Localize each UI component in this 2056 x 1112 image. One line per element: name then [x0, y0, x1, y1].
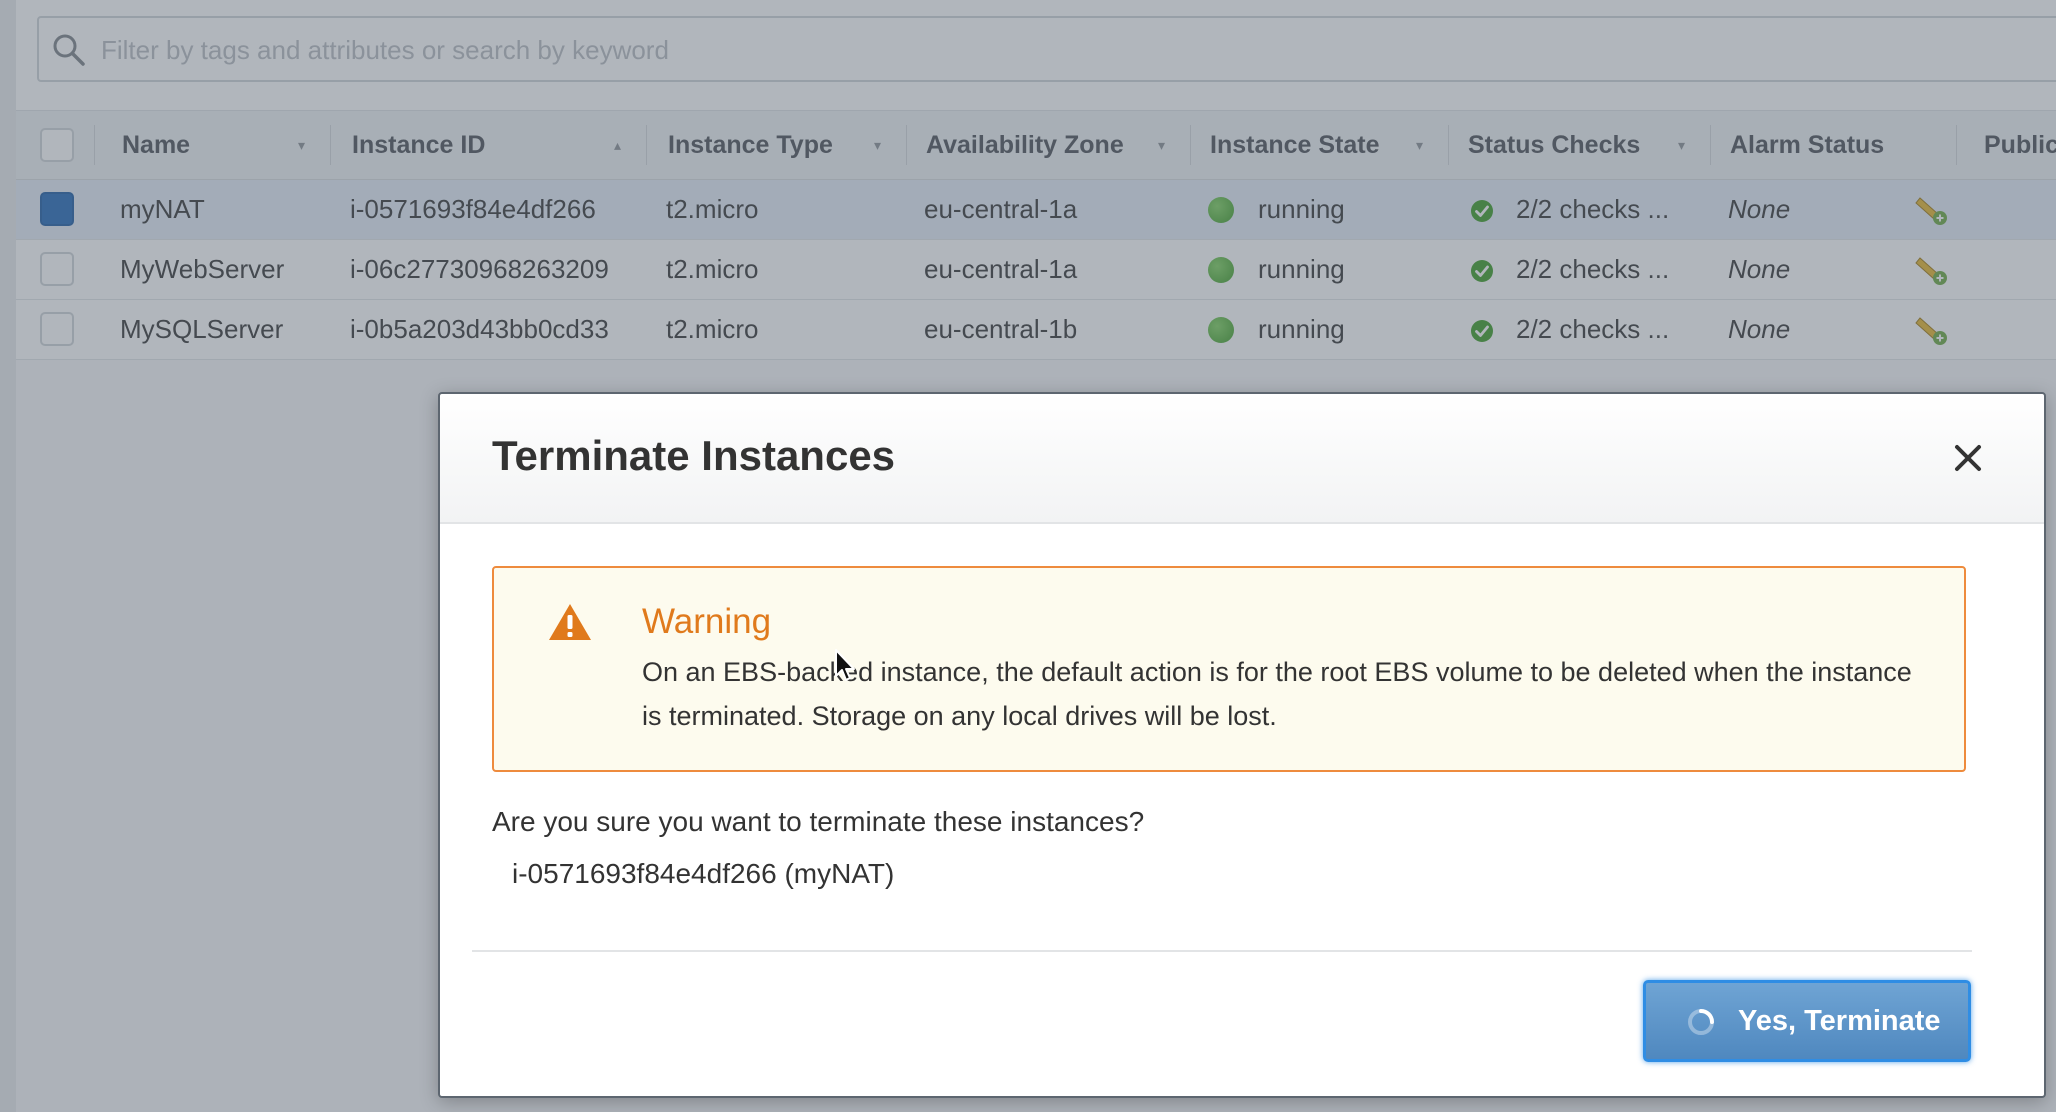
warning-title: Warning: [642, 602, 772, 641]
mouse-pointer-icon: [835, 649, 855, 681]
instance-list-item: i-0571693f84e4df266 (myNAT): [512, 858, 895, 889]
dialog-title: Terminate Instances: [492, 432, 896, 479]
close-icon[interactable]: [1948, 438, 1988, 478]
confirm-question: Are you sure you want to terminate these…: [492, 806, 1145, 837]
terminate-button-label: Yes, Terminate: [1738, 1005, 1941, 1037]
terminate-dialog: Terminate Instances Warning On an EBS-ba…: [438, 392, 2046, 1098]
yes-terminate-button[interactable]: Yes, Terminate: [1643, 980, 1971, 1062]
dialog-header: Terminate Instances: [440, 394, 2044, 524]
warning-icon: [549, 604, 591, 640]
spinner-icon: [1688, 1009, 1714, 1035]
warning-alert: Warning On an EBS-backed instance, the d…: [492, 566, 1966, 772]
footer-divider: [472, 950, 1972, 952]
